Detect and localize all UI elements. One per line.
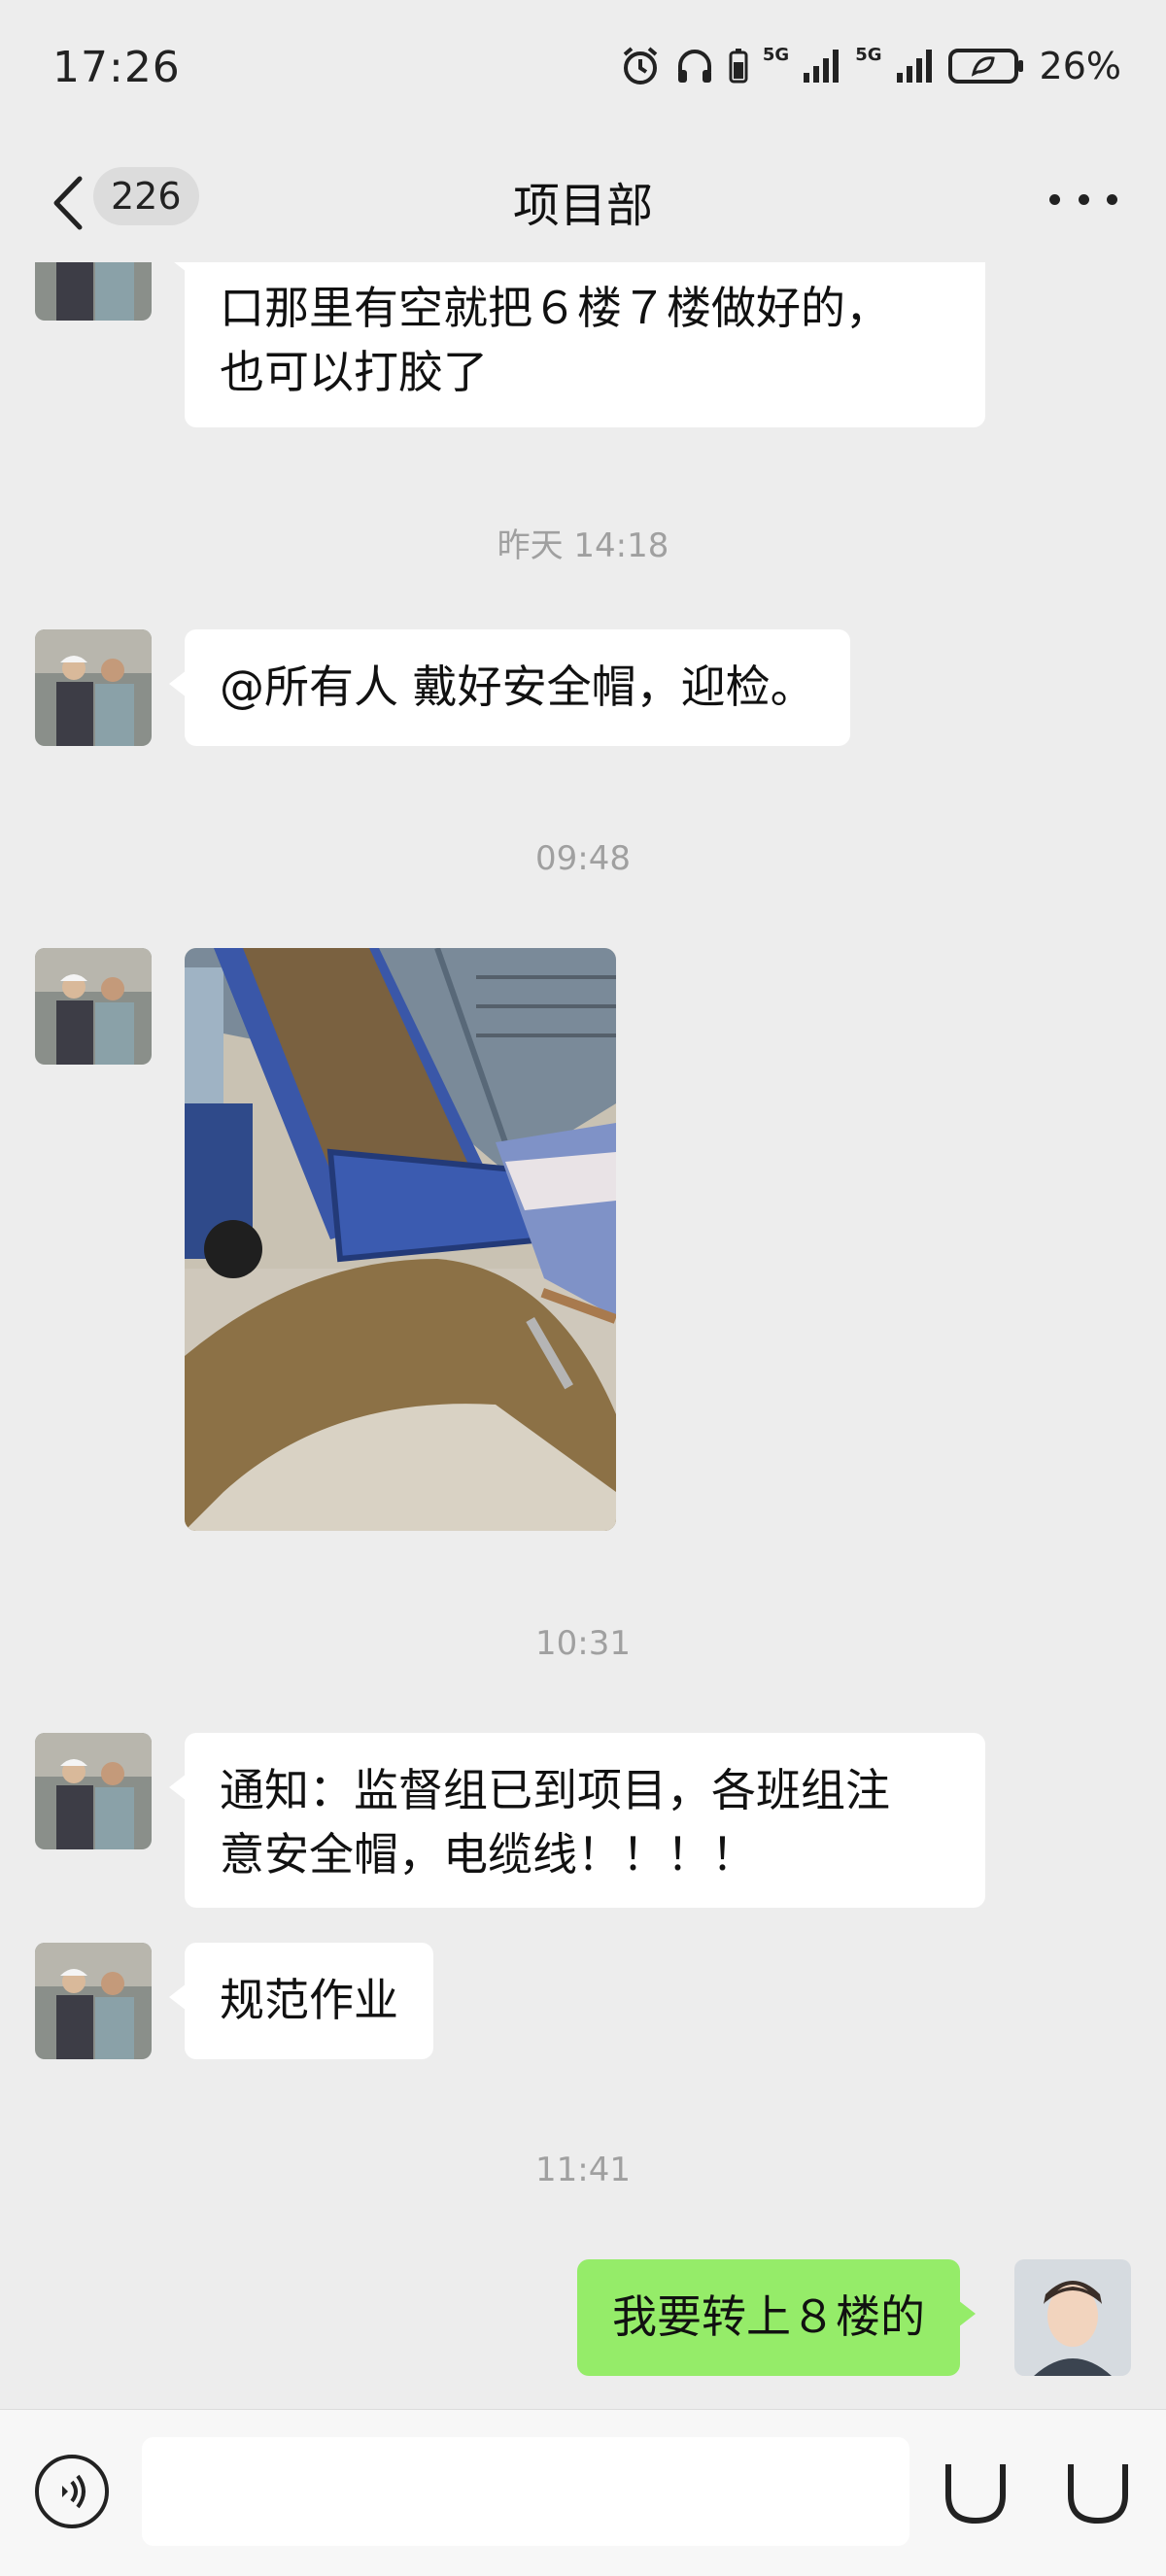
timestamp: 10:31 [535, 1624, 631, 1663]
dump-truck-photo [185, 948, 616, 1531]
avatar[interactable] [35, 1943, 152, 2059]
timestamp: 11:41 [535, 2151, 631, 2189]
more-icon[interactable] [1049, 175, 1117, 223]
battery-percent: 26% [1039, 45, 1121, 87]
message-input[interactable] [142, 2437, 909, 2546]
battery-icon [947, 49, 1023, 84]
message-bubble[interactable]: 规范作业 [169, 1943, 433, 2059]
plus-icon[interactable] [1059, 2453, 1137, 2530]
message-list[interactable]: 口那里有空就把６楼７楼做好的， 也可以打胶了 昨天 14:18 @所有人 戴好安… [0, 262, 1166, 2409]
my-avatar[interactable] [1014, 2259, 1131, 2376]
timestamp: 09:48 [535, 839, 631, 878]
message-text: 口那里有空就把６楼７楼做好的， [220, 282, 890, 334]
timestamp: 昨天 14:18 [497, 526, 669, 565]
alarm-icon [623, 47, 658, 85]
vibrate-battery-icon [729, 49, 748, 84]
chat-header: 226 项目部 [0, 146, 1166, 262]
message-text: 也可以打胶了 [220, 346, 488, 398]
voice-icon[interactable] [33, 2453, 111, 2530]
status-bar: 17:26 5G 5G 26% [0, 0, 1166, 146]
message-text: 规范作业 [220, 1974, 398, 2026]
signal-icon [804, 50, 840, 83]
input-bar [0, 2409, 1166, 2576]
headphones-icon [677, 50, 711, 83]
avatar-photo [35, 948, 152, 1065]
avatar-photo [35, 1943, 152, 2059]
avatar-photo [35, 629, 152, 746]
message-bubble-outgoing[interactable]: 我要转上８楼的 [577, 2259, 976, 2376]
status-time: 17:26 [52, 43, 181, 92]
emoji-icon[interactable] [937, 2453, 1014, 2530]
chat-title: 项目部 [512, 179, 653, 233]
signal-label-2: 5G [855, 45, 882, 65]
message-text: @所有人 戴好安全帽，迎检。 [220, 661, 815, 713]
image-message[interactable] [185, 948, 616, 1531]
message-text: 我要转上８楼的 [612, 2290, 925, 2343]
message-bubble[interactable]: 口那里有空就把６楼７楼做好的， 也可以打胶了 [169, 262, 985, 427]
avatar[interactable] [35, 629, 152, 746]
signal-icon-2 [896, 50, 932, 83]
avatar[interactable] [35, 1733, 152, 1849]
avatar-photo [35, 1733, 152, 1849]
message-bubble[interactable]: @所有人 戴好安全帽，迎检。 [169, 629, 850, 746]
message-text: 通知：监督组已到项目，各班组注 [220, 1764, 890, 1816]
avatar-photo [35, 262, 152, 321]
avatar-photo [1014, 2259, 1131, 2376]
avatar[interactable] [35, 948, 152, 1065]
signal-label-1: 5G [762, 45, 790, 65]
chat-screen: 17:26 5G 5G 26% 226 项目部 口那里有空就把６楼７楼做好的， … [0, 0, 1166, 2576]
message-bubble[interactable]: 通知：监督组已到项目，各班组注 意安全帽，电缆线！！！！ [169, 1733, 985, 1908]
message-text: 意安全帽，电缆线！！！！ [220, 1828, 756, 1881]
status-icons: 5G 5G 26% [619, 45, 1121, 87]
avatar[interactable] [35, 262, 152, 321]
